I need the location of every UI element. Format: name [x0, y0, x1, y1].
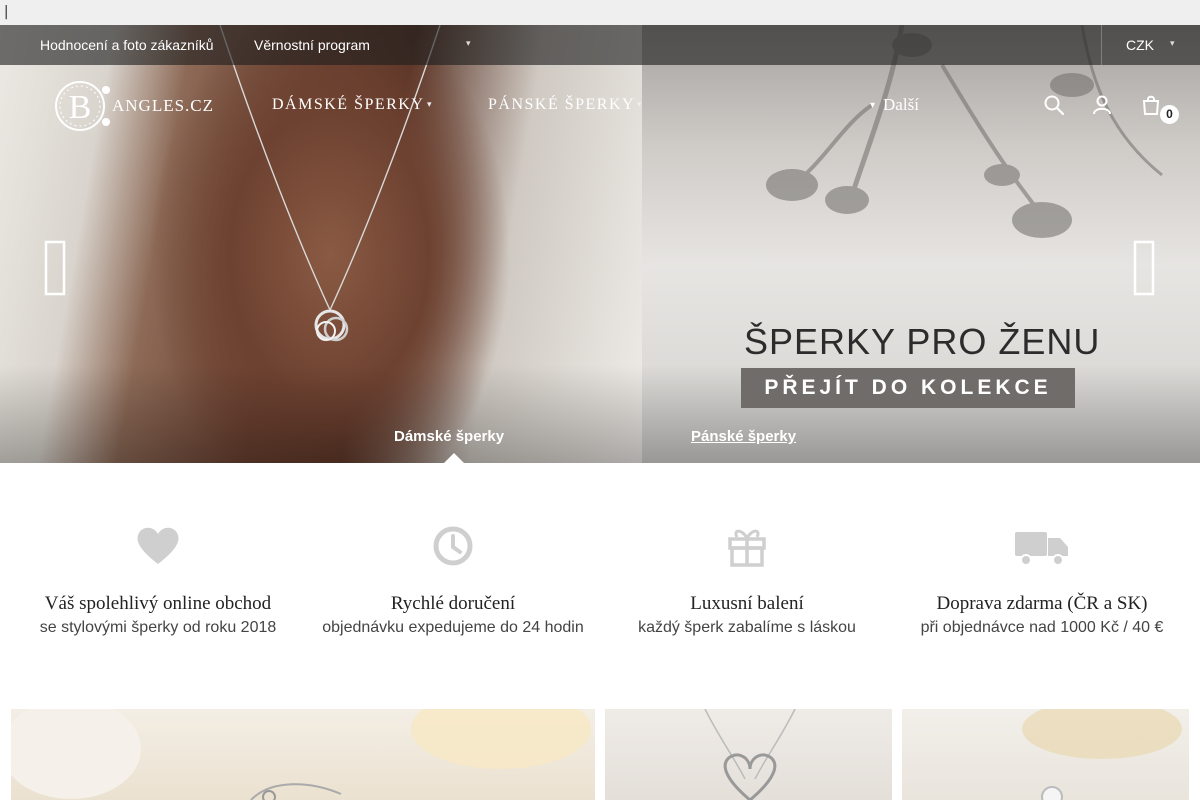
feature-subtitle: objednávku expedujeme do 24 hodin [322, 619, 584, 636]
banner-cta-button[interactable]: PŘEJÍT DO KOLEKCE [741, 368, 1075, 408]
browser-strip: | [0, 0, 1200, 25]
chevron-down-icon[interactable]: ▾ [637, 99, 642, 110]
feature-free-shipping: Doprava zdarma (ČR a SK) při objednávce … [892, 520, 1192, 638]
gift-icon [728, 529, 766, 567]
topbar-divider [1101, 25, 1102, 65]
heart-pendant-image [704, 709, 796, 800]
product-tile-ring[interactable] [902, 709, 1189, 800]
heart-icon [137, 527, 179, 564]
slider-prev-arrow-icon[interactable] [42, 240, 72, 300]
chevron-down-icon[interactable]: ▾ [427, 99, 432, 110]
site-logo[interactable]: B ANGLES.CZ [54, 78, 213, 134]
feature-luxury-packaging: Luxusní balení každý šperk zabalíme s lá… [597, 520, 897, 638]
feature-subtitle: každý šperk zabalíme s láskou [638, 619, 856, 636]
logo-emblem: B [55, 81, 110, 131]
nav-more-label: Další [883, 95, 919, 114]
currency-chevron-icon[interactable]: ▾ [1170, 38, 1175, 49]
feature-reliable-shop: Váš spolehlivý online obchod se stylovým… [8, 520, 308, 638]
top-bar: Hodnocení a foto zákazníků Věrnostní pro… [0, 25, 1200, 65]
feature-subtitle: se stylovými šperky od roku 2018 [39, 619, 277, 636]
feature-title: Rychlé doručení [390, 593, 516, 614]
feature-title: Váš spolehlivý online obchod [44, 593, 272, 614]
nav-womens-jewelry[interactable]: DÁMSKÉ ŠPERKY [272, 95, 424, 115]
active-tab-pointer [444, 453, 464, 463]
nav-mens-jewelry[interactable]: PÁNSKÉ ŠPERKY [488, 95, 635, 115]
features-section: Váš spolehlivý online obchod se stylovým… [0, 520, 1200, 650]
branch-shadow-decoration [766, 25, 1163, 238]
product-tile-bracelet[interactable] [11, 709, 595, 800]
logo-text: ANGLES.CZ [112, 96, 215, 115]
feature-title: Luxusní balení [690, 593, 804, 614]
feature-subtitle: při objednávce nad 1000 Kč / 40 € [920, 619, 1164, 636]
hero-slider[interactable]: Hodnocení a foto zákazníků Věrnostní pro… [0, 25, 1200, 463]
customer-reviews-link[interactable]: Hodnocení a foto zákazníků [40, 37, 214, 53]
product-tile-heart-pendant[interactable] [605, 709, 892, 800]
truck-icon [1015, 532, 1068, 566]
bracelet-image [11, 709, 591, 800]
clock-icon [433, 526, 473, 566]
cart-count-badge: 0 [1160, 105, 1179, 124]
chevron-down-icon[interactable]: ▾ [466, 38, 471, 49]
user-icon[interactable] [1090, 93, 1114, 117]
feature-fast-delivery: Rychlé doručení objednávku expedujeme do… [303, 520, 603, 638]
loyalty-program-link[interactable]: Věrnostní program [254, 37, 370, 53]
more-chevron-icon: ▾ [870, 100, 876, 111]
logo-letter: B [69, 89, 92, 126]
text-cursor: | [2, 4, 11, 20]
feature-title: Doprava zdarma (ČR a SK) [936, 593, 1148, 614]
ring-image [1022, 709, 1182, 800]
currency-selector[interactable]: CZK [1126, 37, 1154, 53]
slider-next-arrow-icon[interactable] [1131, 240, 1161, 300]
search-icon[interactable] [1042, 93, 1066, 117]
banner-title: ŠPERKY PRO ŽENU [744, 321, 1101, 362]
hero-tab-mens[interactable]: Pánské šperky [691, 428, 796, 446]
necklace-illustration [219, 25, 441, 342]
hero-tab-womens[interactable]: Dámské šperky [394, 428, 504, 446]
nav-more[interactable]: ▾ Další [870, 95, 919, 116]
